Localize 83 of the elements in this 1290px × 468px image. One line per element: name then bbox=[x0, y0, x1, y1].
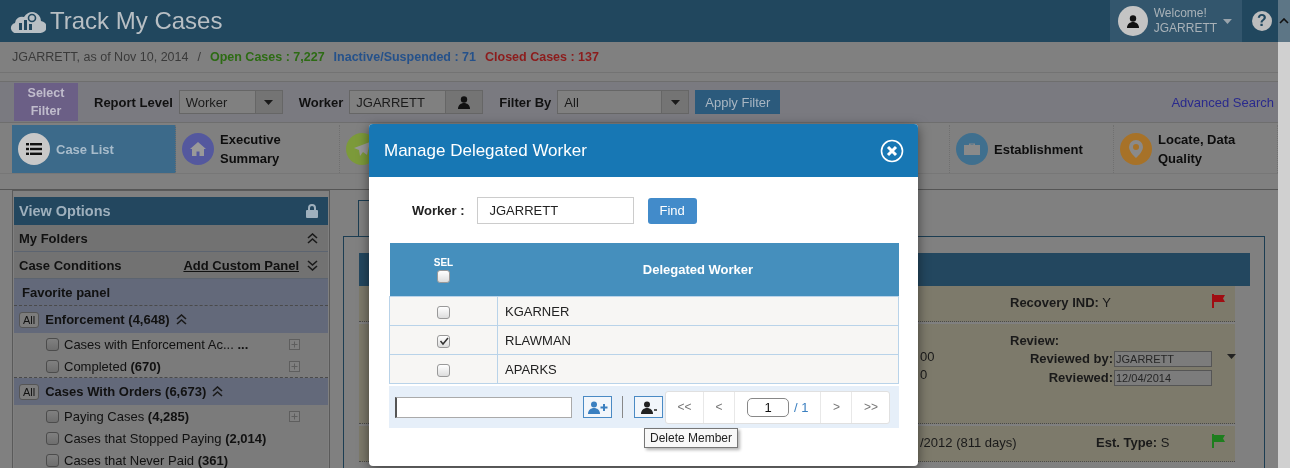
user-date-text: JGARRETT, as of Nov 10, 2014 bbox=[12, 50, 189, 64]
advanced-search-link[interactable]: Advanced Search bbox=[1171, 94, 1274, 110]
filter-by-label: Filter By bbox=[499, 94, 552, 110]
case-count[interactable]: Closed Cases : 137 bbox=[485, 50, 599, 64]
user-plus-icon bbox=[587, 400, 608, 414]
double-chevron-up-icon[interactable] bbox=[175, 314, 187, 325]
next-page-button[interactable]: > bbox=[821, 391, 853, 423]
field-text: Recovery IND: Y bbox=[1010, 295, 1111, 310]
group-title[interactable]: Enforcement (4,648) bbox=[45, 312, 170, 327]
checkbox[interactable] bbox=[437, 334, 450, 348]
previous-page-button[interactable]: < bbox=[704, 391, 735, 423]
checkbox[interactable] bbox=[437, 269, 450, 283]
worker-label: Worker : bbox=[412, 203, 465, 218]
cell-text: /2012 (811 days) bbox=[920, 434, 1017, 452]
cell-text: 0 bbox=[920, 366, 928, 384]
review-label: Review: bbox=[1010, 333, 1060, 348]
user-minus-icon bbox=[640, 400, 657, 414]
worker-label: Worker bbox=[298, 94, 344, 110]
avatar-icon bbox=[1125, 14, 1140, 28]
nav-tab[interactable]: Establishment bbox=[950, 125, 1114, 173]
all-button[interactable]: All bbox=[19, 383, 40, 400]
filter-by-dropdown[interactable]: All bbox=[557, 90, 690, 114]
review-field[interactable]: JGARRETT bbox=[1114, 351, 1212, 367]
plus-box-icon[interactable] bbox=[289, 338, 300, 350]
first-page-button[interactable]: << bbox=[666, 391, 704, 423]
worker-field[interactable]: JGARRETT bbox=[476, 197, 634, 224]
table-cell: RLAWMAN bbox=[497, 325, 899, 355]
caret-icon bbox=[670, 99, 680, 105]
page-total: / 1 bbox=[794, 399, 809, 415]
nav-tab[interactable]: Executive Summary bbox=[176, 125, 340, 173]
scrollbar[interactable] bbox=[1278, 42, 1290, 468]
find-button[interactable]: Find bbox=[647, 197, 697, 224]
caret-icon bbox=[1223, 18, 1232, 24]
checkbox[interactable] bbox=[46, 453, 59, 467]
chevron-up-icon bbox=[1279, 18, 1289, 24]
delete-member-button[interactable] bbox=[634, 396, 663, 418]
modal-title: Manage Delegated Worker bbox=[384, 140, 587, 161]
report-level-dropdown[interactable]: Worker bbox=[178, 90, 283, 114]
table-cell: KGARNER bbox=[497, 296, 899, 326]
checkbox[interactable] bbox=[437, 305, 450, 319]
checkbox[interactable] bbox=[437, 363, 450, 377]
lock-icon bbox=[306, 204, 318, 218]
panel-title: View Options bbox=[19, 203, 111, 219]
field-text: Est. Type: S bbox=[1096, 435, 1170, 450]
double-chevron-up-icon[interactable] bbox=[307, 232, 318, 244]
separator-text: / bbox=[197, 50, 201, 64]
field-label: Reviewed: bbox=[1048, 369, 1113, 387]
checkbox[interactable] bbox=[46, 337, 59, 351]
scroll-up-button[interactable] bbox=[1278, 0, 1290, 42]
all-button[interactable]: All bbox=[19, 311, 40, 328]
double-chevron-up-icon[interactable] bbox=[212, 386, 224, 397]
help-button[interactable]: ? bbox=[1252, 11, 1272, 31]
close-icon[interactable] bbox=[880, 138, 904, 163]
add-panel-link[interactable]: Add Custom Panel bbox=[183, 257, 299, 273]
checkbox[interactable] bbox=[46, 359, 59, 373]
select-filter-button[interactable]: Select Filter bbox=[14, 83, 78, 121]
cell-text: 00 bbox=[920, 348, 935, 366]
last-page-button[interactable]: >> bbox=[852, 391, 890, 423]
column-header: SEL bbox=[432, 256, 455, 269]
page-input[interactable]: 1 bbox=[747, 397, 789, 417]
user-menu[interactable]: Welcome! JGARRETT bbox=[1110, 0, 1242, 42]
nav-tab[interactable]: Case List bbox=[12, 125, 176, 173]
member-input[interactable] bbox=[395, 396, 572, 418]
app-title: Track My Cases bbox=[50, 7, 223, 35]
plus-box-icon[interactable] bbox=[289, 360, 300, 372]
nav-tab[interactable]: Locate, Data Quality bbox=[1114, 125, 1278, 173]
column-header: Delegated Worker bbox=[642, 262, 754, 277]
table-cell: APARKS bbox=[497, 354, 899, 384]
favorite-panel-title: Favorite panel bbox=[14, 279, 328, 306]
tooltip: Delete Member bbox=[644, 428, 739, 448]
checkbox[interactable] bbox=[46, 409, 59, 423]
group-title[interactable]: Cases With Orders (6,673) bbox=[45, 384, 207, 399]
add-member-button[interactable] bbox=[583, 396, 612, 418]
caret-icon bbox=[1227, 354, 1236, 359]
double-chevron-down-icon[interactable] bbox=[307, 259, 318, 271]
section-title[interactable]: Case Conditions bbox=[19, 257, 176, 273]
report-level-label: Report Level bbox=[94, 94, 173, 110]
field-label: Reviewed by: bbox=[1029, 350, 1113, 368]
review-field[interactable]: 12/04/2014 bbox=[1114, 370, 1212, 386]
apply-filter-button[interactable]: Apply Filter bbox=[695, 90, 781, 114]
plus-box-icon[interactable] bbox=[289, 410, 300, 422]
caret-icon bbox=[264, 99, 274, 105]
checkbox[interactable] bbox=[46, 431, 59, 445]
